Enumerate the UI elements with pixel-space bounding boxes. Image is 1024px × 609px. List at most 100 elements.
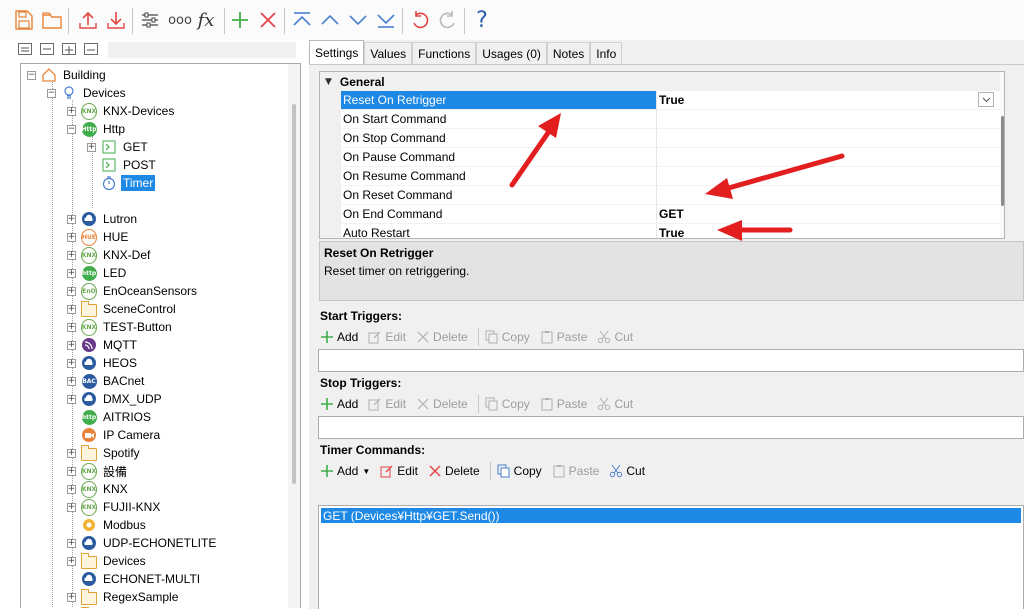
start-add-button[interactable]: Add <box>320 330 358 344</box>
stop-add-button[interactable]: Add <box>320 397 358 411</box>
tree-item[interactable]: + EnO EnOceanSensors <box>67 282 199 300</box>
expand-toggle-icon[interactable]: + <box>67 322 76 332</box>
more-icon[interactable]: ooo <box>166 8 194 32</box>
grid-row-on-end-command[interactable]: On End Command GET <box>341 205 1000 224</box>
property-value[interactable] <box>657 167 1000 186</box>
open-folder-icon[interactable] <box>40 8 64 32</box>
tree-item[interactable]: +Modbus <box>67 516 148 534</box>
start-paste-button[interactable]: Paste <box>540 330 587 344</box>
expand-toggle-icon[interactable]: + <box>67 556 76 566</box>
timer-paste-button[interactable]: Paste <box>552 464 599 478</box>
collapse-toggle-icon[interactable]: − <box>67 124 76 134</box>
timer-edit-button[interactable]: Edit <box>380 464 418 478</box>
grid-category-general[interactable]: ▼ General <box>320 72 1000 91</box>
tree-item[interactable]: +IP Camera <box>67 426 162 444</box>
tree-item-http[interactable]: − Http Http <box>67 120 127 138</box>
move-down-icon[interactable] <box>346 8 370 32</box>
tree-item[interactable]: + HUE HUE <box>67 228 130 246</box>
timer-commands-list[interactable]: GET (Devices¥Http¥GET.Send()) <box>318 505 1024 609</box>
tree-item[interactable]: +ECHONET-MULTI <box>67 570 202 588</box>
property-value[interactable] <box>657 129 1000 148</box>
expand-toggle-icon[interactable]: + <box>67 358 76 368</box>
expand-toggle-icon[interactable]: + <box>67 502 76 512</box>
expand-toggle-icon[interactable]: + <box>67 394 76 404</box>
redo-icon[interactable] <box>436 8 460 32</box>
timer-cut-button[interactable]: Cut <box>609 464 645 478</box>
download-icon[interactable] <box>104 8 128 32</box>
grid-row-on-pause-command[interactable]: On Pause Command <box>341 148 1000 167</box>
collapse-all-icon[interactable] <box>40 43 54 55</box>
tree-item-timer[interactable]: Timer <box>101 174 156 192</box>
tree-item[interactable]: + DMX_UDP <box>67 390 164 408</box>
collapse-node-icon[interactable] <box>84 43 98 55</box>
collapse-toggle-icon[interactable]: − <box>47 88 56 98</box>
expand-toggle-icon[interactable]: + <box>67 466 76 476</box>
tree-item[interactable]: + HEOS <box>67 354 139 372</box>
tab-usages[interactable]: Usages (0) <box>476 42 547 64</box>
help-icon[interactable]: ? <box>470 8 494 33</box>
expand-toggle-icon[interactable]: + <box>67 250 76 260</box>
expand-toggle-icon[interactable]: + <box>67 592 76 602</box>
stop-edit-button[interactable]: Edit <box>368 397 406 411</box>
new-icon[interactable] <box>12 8 36 32</box>
tree-item[interactable]: + MQTT <box>67 336 139 354</box>
tree-item-devices[interactable]: − Devices <box>47 84 128 102</box>
tab-notes[interactable]: Notes <box>546 42 591 64</box>
start-cut-button[interactable]: Cut <box>597 330 633 344</box>
expand-node-icon[interactable] <box>62 43 76 55</box>
property-value[interactable] <box>657 110 1000 129</box>
property-value[interactable] <box>657 186 1000 205</box>
collapse-icon[interactable]: ▼ <box>325 77 332 87</box>
move-bottom-icon[interactable] <box>374 8 398 32</box>
expand-toggle-icon[interactable]: + <box>67 232 76 242</box>
tree-item[interactable]: + http LED <box>67 264 128 282</box>
collapse-toggle-icon[interactable]: − <box>27 70 36 80</box>
tree-scrollbar[interactable] <box>288 64 300 608</box>
timer-copy-button[interactable]: Copy <box>497 464 542 478</box>
expand-toggle-icon[interactable]: + <box>67 268 76 278</box>
tree-item-building[interactable]: − Building <box>27 66 108 84</box>
grid-scrollbar[interactable] <box>1000 72 1004 238</box>
expand-toggle-icon[interactable]: + <box>67 106 76 116</box>
property-value[interactable]: True <box>657 91 1000 110</box>
expand-toggle-icon[interactable]: + <box>87 142 96 152</box>
tree-item[interactable]: + SceneControl <box>67 300 178 318</box>
start-copy-button[interactable]: Copy <box>485 330 530 344</box>
start-edit-button[interactable]: Edit <box>368 330 406 344</box>
grid-scrollbar-thumb[interactable] <box>1001 116 1004 206</box>
move-top-icon[interactable] <box>290 8 314 32</box>
chevron-down-icon[interactable] <box>978 92 994 107</box>
timer-command-item[interactable]: GET (Devices¥Http¥GET.Send()) <box>321 508 1021 523</box>
tree-item[interactable]: + Lutron <box>67 210 139 228</box>
tree-item[interactable]: + Spotify <box>67 444 142 462</box>
grid-row-on-stop-command[interactable]: On Stop Command <box>341 129 1000 148</box>
expand-toggle-icon[interactable]: + <box>67 484 76 494</box>
tab-functions[interactable]: Functions <box>412 42 477 64</box>
tab-info[interactable]: Info <box>590 42 623 64</box>
property-value[interactable]: GET <box>657 205 1000 224</box>
expand-toggle-icon[interactable]: + <box>67 340 76 350</box>
caret-down-icon[interactable]: ▼ <box>362 467 370 476</box>
tree-item[interactable]: + KNX KNX <box>67 480 130 498</box>
tree-item[interactable]: + BAC BACnet <box>67 372 146 390</box>
settings-sliders-icon[interactable] <box>138 8 162 32</box>
tree-item-get[interactable]: + GET <box>87 138 150 156</box>
tree-scrollbar-thumb[interactable] <box>292 104 296 484</box>
expand-toggle-icon[interactable]: + <box>67 538 76 548</box>
stop-copy-button[interactable]: Copy <box>485 397 530 411</box>
function-icon[interactable]: fx <box>194 8 218 32</box>
expand-toggle-icon[interactable]: + <box>67 376 76 386</box>
start-triggers-list[interactable] <box>318 349 1024 372</box>
stop-paste-button[interactable]: Paste <box>540 397 587 411</box>
expand-toggle-icon[interactable]: + <box>67 304 76 314</box>
add-icon[interactable] <box>228 8 252 32</box>
tree-item[interactable]: + KNX 設備 <box>67 462 129 480</box>
grid-row-on-reset-command[interactable]: On Reset Command <box>341 186 1000 205</box>
tree-item[interactable]: + KNX FUJII-KNX <box>67 498 162 516</box>
expand-toggle-icon[interactable]: + <box>67 448 76 458</box>
tree-item[interactable]: + KNX KNX-Def <box>67 246 152 264</box>
timer-add-button[interactable]: Add ▼ <box>320 464 370 478</box>
grid-row-reset-on-retrigger[interactable]: Reset On Retrigger True <box>341 91 1000 110</box>
timer-delete-button[interactable]: Delete <box>428 464 480 478</box>
grid-row-auto-restart[interactable]: Auto Restart True <box>341 224 1000 238</box>
